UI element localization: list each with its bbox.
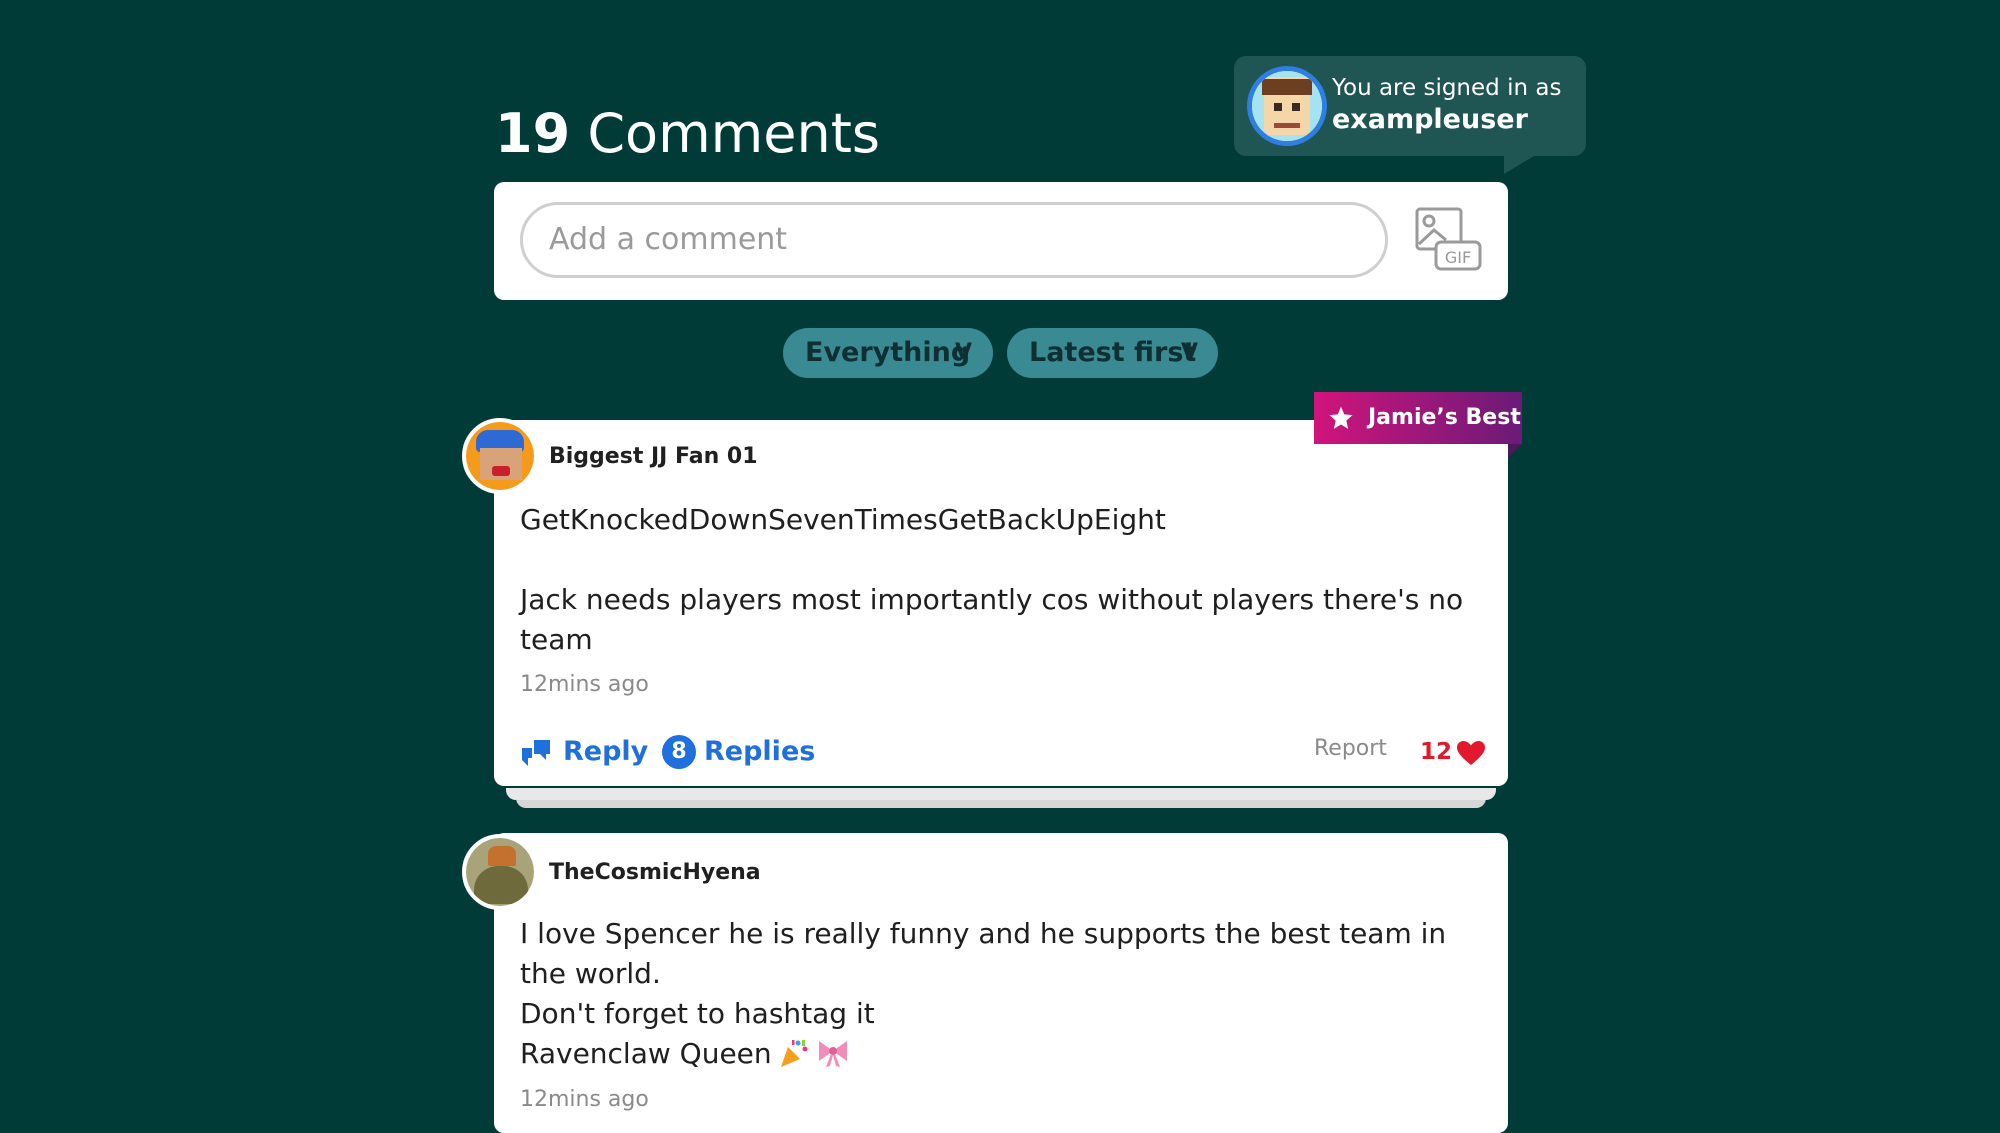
- filter-everything-dropdown[interactable]: Everything V: [783, 328, 993, 378]
- comments-count: 19: [495, 102, 571, 165]
- reply-icon: [522, 740, 550, 766]
- gif-label: GIF: [1445, 248, 1471, 267]
- sort-latest-first-label: Latest first: [1029, 337, 1197, 368]
- filter-everything-label: Everything: [805, 337, 971, 368]
- heart-icon: [1457, 741, 1485, 765]
- comments-label: Comments: [587, 102, 881, 165]
- comment-body: Jack needs players most importantly cos …: [520, 583, 1464, 656]
- badge-label: Jamie’s Best: [1368, 405, 1521, 430]
- like-count: 12: [1420, 739, 1453, 765]
- user-avatar[interactable]: [1247, 66, 1327, 146]
- chevron-down-icon: V: [1181, 340, 1199, 365]
- gif-picker-button[interactable]: GIF: [1414, 206, 1484, 274]
- signed-in-bubble: You are signed in as exampleuser: [1234, 56, 1586, 174]
- reply-label: Reply: [563, 736, 649, 767]
- image-gif-icon: GIF: [1415, 207, 1482, 271]
- comment-username[interactable]: TheCosmicHyena: [549, 860, 761, 885]
- reply-stack-shadow: [506, 788, 1496, 800]
- comment-body: I love Spencer he is really funny and he…: [520, 914, 1480, 1074]
- ribbon-emoji: [816, 1034, 850, 1074]
- signed-in-label: You are signed in as: [1332, 75, 1562, 101]
- avatar[interactable]: [462, 834, 538, 910]
- star-icon: [1329, 406, 1353, 429]
- like-button[interactable]: 12: [1420, 732, 1485, 772]
- jamies-best-badge: Jamie’s Best: [1314, 392, 1522, 458]
- comment-timestamp: 12mins ago: [520, 672, 649, 697]
- comments-heading: 19 Comments: [495, 98, 880, 170]
- comment-composer: Add a comment GIF: [494, 182, 1508, 300]
- comment-timestamp: 12mins ago: [520, 1087, 649, 1112]
- avatar[interactable]: [462, 418, 538, 494]
- comment-body-text: I love Spencer he is really funny and he…: [520, 917, 1447, 1070]
- comment-username[interactable]: Biggest JJ Fan 01: [549, 444, 758, 469]
- replies-label: Replies: [704, 736, 816, 767]
- chevron-down-icon: V: [955, 340, 973, 365]
- comment-body: GetKnockedDownSevenTimesGetBackUpEight: [520, 503, 1166, 536]
- add-comment-input[interactable]: Add a comment: [520, 202, 1388, 278]
- sort-latest-first-dropdown[interactable]: Latest first V: [1007, 328, 1218, 378]
- report-link[interactable]: Report: [1314, 736, 1387, 761]
- signed-in-username[interactable]: exampleuser: [1332, 104, 1561, 136]
- party-popper-emoji: [778, 1034, 810, 1074]
- replies-count-badge: 8: [662, 735, 696, 769]
